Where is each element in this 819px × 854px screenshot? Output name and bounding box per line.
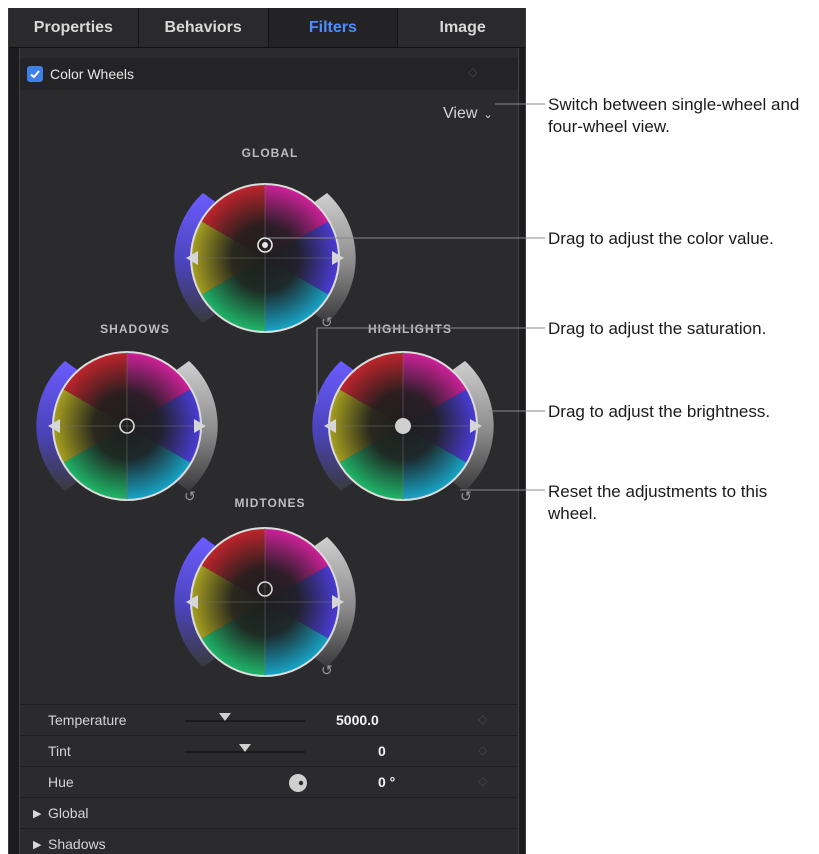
- callout-color: Drag to adjust the color value.: [548, 229, 774, 248]
- callout-brightness: Drag to adjust the brightness.: [548, 402, 771, 421]
- callout-saturation: Drag to adjust the saturation.: [548, 319, 767, 338]
- callout-view: Switch between single-wheel and four-whe…: [548, 95, 800, 136]
- callout-reset: Reset the adjustments to this wheel.: [548, 482, 768, 523]
